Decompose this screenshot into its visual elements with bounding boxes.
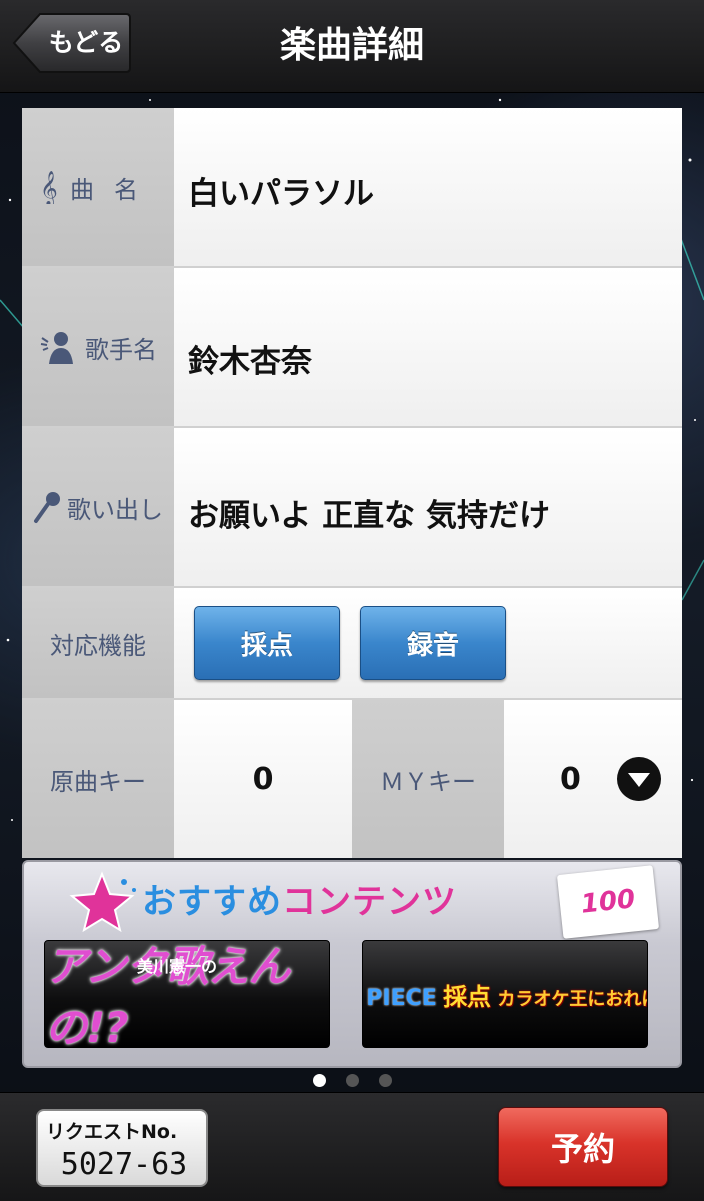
recommended-contents-title: おすすめコンテンツ — [142, 874, 457, 923]
my-key-value-cell[interactable]: 0 — [504, 700, 682, 858]
page-indicator[interactable] — [0, 1074, 704, 1088]
song-title-value: 白いパラソル — [174, 108, 682, 266]
treble-clef-icon: 𝄞 — [38, 170, 64, 204]
singer-icon — [39, 330, 79, 364]
one-piece-scoring-banner[interactable]: ONE PIECE 採点 カラオケ王におれはなる! — [362, 940, 648, 1048]
banner-2-title-b: 採点 — [443, 982, 492, 1011]
microphone-icon — [33, 490, 61, 524]
page-dot-3[interactable] — [378, 1074, 392, 1087]
anta-utaenno-banner[interactable]: 美川憲一の アンタ歌えんの!? — [44, 940, 330, 1048]
supported-features-value: 採点 録音 — [174, 588, 682, 698]
request-number-box: リクエストNo. 5027-63 — [36, 1109, 208, 1187]
my-key-value: 0 — [560, 761, 581, 797]
artist-row: 歌手名 鈴木杏奈 — [22, 268, 682, 428]
back-button-label: もどる — [48, 28, 124, 57]
back-button[interactable]: もどる — [12, 12, 132, 74]
reserve-button[interactable]: 予約 — [498, 1107, 668, 1187]
request-number-value: 5027-63 — [60, 1147, 188, 1182]
recommended-title-part-b: コンテンツ — [282, 882, 457, 922]
lyric-start-label: 歌い出し — [67, 495, 163, 524]
lyric-start-label-cell: 歌い出し — [22, 428, 174, 586]
top-navigation-bar: 楽曲詳細 もどる — [0, 0, 704, 93]
recommended-title-part-a: おすすめ — [142, 882, 282, 922]
chevron-down-icon[interactable] — [616, 756, 662, 802]
page-dot-1[interactable] — [312, 1074, 326, 1087]
original-key-value: 0 — [174, 700, 352, 858]
page-dot-2[interactable] — [345, 1074, 359, 1087]
artist-label: 歌手名 — [85, 335, 157, 364]
banner-2-title: ONE PIECE 採点 カラオケ王におれはなる! — [363, 977, 647, 1012]
score-100-badge: 100 — [556, 865, 660, 939]
supported-features-label-cell: 対応機能 — [22, 588, 174, 698]
my-key-label-cell: ＭＹキー — [352, 700, 504, 858]
request-number-label: リクエストNo. — [46, 1121, 178, 1143]
my-key-label: ＭＹキー — [380, 767, 476, 796]
bottom-bar: リクエストNo. 5027-63 予約 — [0, 1092, 704, 1201]
song-title-row: 𝄞 曲名 白いパラソル — [22, 108, 682, 268]
supported-features-label: 対応機能 — [50, 631, 146, 660]
banner-2-title-c: カラオケ王におれはなる! — [497, 988, 647, 1010]
recommended-contents-panel: おすすめコンテンツ 100 美川憲一の アンタ歌えんの!? ONE PIECE … — [22, 860, 682, 1068]
song-title-label-cell: 𝄞 曲名 — [22, 108, 174, 266]
key-row: 原曲キー 0 ＭＹキー 0 — [22, 700, 682, 858]
scoring-button[interactable]: 採点 — [194, 606, 340, 680]
star-icon — [69, 871, 136, 933]
lyric-start-row: 歌い出し お願いよ 正直な 気持だけ — [22, 428, 682, 588]
banner-2-title-a: ONE PIECE — [363, 985, 437, 1011]
song-detail-table: 𝄞 曲名 白いパラソル 歌手名 鈴木杏奈 歌い出し お願いよ 正直な 気持だけ … — [22, 108, 682, 858]
svg-text:𝄞: 𝄞 — [40, 171, 58, 204]
artist-label-cell: 歌手名 — [22, 268, 174, 426]
banner-1-subtitle: 美川憲一の — [137, 957, 218, 976]
artist-value: 鈴木杏奈 — [174, 268, 682, 426]
lyric-start-value: お願いよ 正直な 気持だけ — [174, 428, 682, 586]
supported-features-row: 対応機能 採点 録音 — [22, 588, 682, 700]
song-title-label: 曲名 — [70, 175, 158, 204]
original-key-label: 原曲キー — [50, 767, 146, 796]
recording-button[interactable]: 録音 — [360, 606, 506, 680]
original-key-label-cell: 原曲キー — [22, 700, 174, 858]
